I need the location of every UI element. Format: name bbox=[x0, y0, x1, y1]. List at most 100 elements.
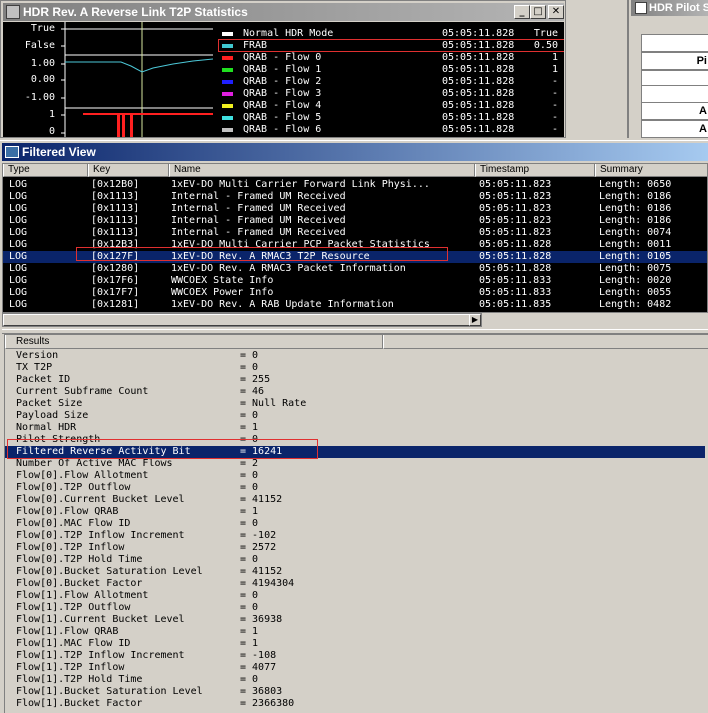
y-label-false: False bbox=[24, 40, 55, 51]
log-table: Type Key Name Timestamp Summary LOG [0x12… bbox=[2, 163, 708, 313]
result-field-row[interactable]: Normal HDR = 1 bbox=[5, 422, 705, 434]
horizontal-scrollbar[interactable]: ▶ bbox=[2, 313, 482, 327]
field-value: = 2366380 bbox=[240, 698, 295, 709]
legend-swatch bbox=[222, 80, 233, 84]
result-field-row[interactable]: Version = 0 bbox=[5, 350, 705, 362]
result-field-row[interactable]: Payload Size = 0 bbox=[5, 410, 705, 422]
cell-timestamp: 05:05:11.823 bbox=[479, 191, 552, 202]
table-row[interactable]: LOG [0x1113] Internal - Framed UM Received… bbox=[3, 203, 707, 215]
y-label-1: 1.00 bbox=[30, 58, 55, 69]
scrollbar-thumb[interactable] bbox=[3, 314, 473, 326]
field-value: = 41152 bbox=[240, 494, 283, 505]
legend-row[interactable]: QRAB - Flow 0 05:05:11.828 1 bbox=[219, 52, 564, 64]
result-field-row[interactable]: Flow[1].MAC Flow ID = 1 bbox=[5, 638, 705, 650]
field-value: = -102 bbox=[240, 530, 277, 541]
result-field-row[interactable]: Flow[0].T2P Hold Time = 0 bbox=[5, 554, 705, 566]
result-field-row[interactable]: TX T2P = 0 bbox=[5, 362, 705, 374]
legend-row[interactable]: QRAB - Flow 5 05:05:11.828 - bbox=[219, 112, 564, 124]
result-field-row[interactable]: Flow[1].T2P Inflow = 4077 bbox=[5, 662, 705, 674]
result-field-row[interactable]: Flow[0].Flow Allotment = 0 bbox=[5, 470, 705, 482]
table-row[interactable]: LOG [0x12B0] 1xEV-DO Multi Carrier Forward… bbox=[3, 179, 707, 191]
legend-timestamp: 05:05:11.828 bbox=[442, 88, 515, 99]
result-field-row[interactable]: Flow[0].Bucket Saturation Level = 41152 bbox=[5, 566, 705, 578]
result-field-row[interactable]: Number Of Active MAC Flows = 2 bbox=[5, 458, 705, 470]
scroll-right-arrow-icon[interactable]: ▶ bbox=[469, 314, 481, 326]
legend-row[interactable]: QRAB - Flow 1 05:05:11.828 1 bbox=[219, 64, 564, 76]
cell-type: LOG bbox=[9, 203, 28, 214]
field-value: = 255 bbox=[240, 374, 271, 385]
legend-timestamp: 05:05:11.828 bbox=[442, 76, 515, 87]
filtered-view-window: Filtered View Type Key Name Timestamp Su… bbox=[0, 140, 708, 713]
legend-row[interactable]: QRAB - Flow 6 05:05:11.828 - bbox=[219, 124, 564, 136]
result-field-row[interactable]: Packet Size = Null Rate bbox=[5, 398, 705, 410]
field-name: Flow[1].Bucket Saturation Level bbox=[16, 686, 203, 697]
result-field-row[interactable]: Packet ID = 255 bbox=[5, 374, 705, 386]
pilot-title: HDR Pilot S bbox=[649, 2, 708, 14]
legend-value: - bbox=[551, 100, 558, 111]
result-field-row[interactable]: Flow[1].T2P Inflow Increment = -108 bbox=[5, 650, 705, 662]
result-field-row[interactable]: Flow[1].Bucket Factor = 2366380 bbox=[5, 698, 705, 710]
column-header-name[interactable]: Name bbox=[169, 164, 475, 177]
result-field-row[interactable]: Flow[1].Current Bucket Level = 36938 bbox=[5, 614, 705, 626]
result-field-row[interactable]: Flow[0].T2P Inflow = 2572 bbox=[5, 542, 705, 554]
column-header-timestamp[interactable]: Timestamp bbox=[475, 164, 595, 177]
log-table-header: Type Key Name Timestamp Summary bbox=[3, 164, 707, 177]
result-field-row[interactable]: Flow[0].T2P Inflow Increment = -102 bbox=[5, 530, 705, 542]
results-header-extra[interactable] bbox=[383, 335, 708, 349]
results-pane: Results Version = 0 TX T2P = 0 Packet ID = 25… bbox=[4, 334, 708, 713]
results-header[interactable]: Results bbox=[5, 335, 383, 349]
t2p-statistics-titlebar[interactable]: HDR Rev. A Reverse Link T2P Statistics _… bbox=[3, 3, 564, 21]
result-field-row[interactable]: Flow[0].MAC Flow ID = 0 bbox=[5, 518, 705, 530]
legend-timestamp: 05:05:11.828 bbox=[442, 64, 515, 75]
table-row[interactable]: LOG [0x17F6] WWCOEX State Info 05:05:11.833… bbox=[3, 275, 707, 287]
pilot-titlebar[interactable]: HDR Pilot S bbox=[631, 0, 708, 16]
maximize-button[interactable]: □ bbox=[530, 5, 546, 19]
table-row[interactable]: LOG [0x1280] 1xEV-DO Rev. A RMAC3 Packet I… bbox=[3, 263, 707, 275]
frab-trace bbox=[65, 58, 214, 73]
column-header-key[interactable]: Key bbox=[88, 164, 169, 177]
table-row[interactable]: LOG [0x1113] Internal - Framed UM Received… bbox=[3, 227, 707, 239]
field-value: = 36803 bbox=[240, 686, 283, 697]
result-field-row[interactable]: Flow[0].Flow QRAB = 1 bbox=[5, 506, 705, 518]
legend-value: - bbox=[551, 88, 558, 99]
field-name: Flow[1].T2P Outflow bbox=[16, 602, 131, 613]
table-row[interactable]: LOG [0x1113] Internal - Framed UM Received… bbox=[3, 215, 707, 227]
field-name: Version bbox=[16, 350, 59, 361]
result-field-row[interactable]: Flow[1].T2P Outflow = 0 bbox=[5, 602, 705, 614]
legend-row[interactable]: QRAB - Flow 2 05:05:11.828 - bbox=[219, 76, 564, 88]
field-value: = 1 bbox=[240, 626, 259, 637]
result-field-row[interactable]: Flow[1].Bucket Saturation Level = 36803 bbox=[5, 686, 705, 698]
cell-summary: Length: 0011 bbox=[599, 239, 672, 250]
column-header-summary[interactable]: Summary bbox=[595, 164, 707, 177]
legend-swatch bbox=[222, 104, 233, 108]
result-field-row[interactable]: Current Subframe Count = 46 bbox=[5, 386, 705, 398]
close-button[interactable]: ✕ bbox=[548, 5, 564, 19]
table-row[interactable]: LOG [0x17F7] WWCOEX Power Info 05:05:11.833… bbox=[3, 287, 707, 299]
result-field-row[interactable]: Flow[1].T2P Hold Time = 0 bbox=[5, 674, 705, 686]
cell-key: [0x17F7] bbox=[91, 287, 140, 298]
minimize-button[interactable]: _ bbox=[514, 5, 530, 19]
column-header-type[interactable]: Type bbox=[3, 164, 88, 177]
legend-row[interactable]: QRAB - Flow 3 05:05:11.828 - bbox=[219, 88, 564, 100]
legend-row[interactable]: QRAB - Flow 4 05:05:11.828 - bbox=[219, 100, 564, 112]
cell-summary: Length: 0055 bbox=[599, 287, 672, 298]
field-value: = -108 bbox=[240, 650, 277, 661]
result-field-row[interactable]: Flow[1].Flow QRAB = 1 bbox=[5, 626, 705, 638]
cell-name: Internal - Framed UM Received bbox=[171, 215, 346, 226]
cell-timestamp: 05:05:11.833 bbox=[479, 275, 552, 286]
filtered-view-titlebar[interactable]: Filtered View bbox=[2, 143, 708, 161]
result-field-row[interactable]: Flow[1].Flow Allotment = 0 bbox=[5, 590, 705, 602]
result-field-row[interactable]: Flow[0].Current Bucket Level = 41152 bbox=[5, 494, 705, 506]
result-field-row[interactable]: Flow[0].Bucket Factor = 4194304 bbox=[5, 578, 705, 590]
legend-series-name: QRAB - Flow 6 bbox=[243, 124, 322, 135]
result-field-row[interactable]: Flow[0].T2P Outflow = 0 bbox=[5, 482, 705, 494]
table-row[interactable]: LOG [0x1113] Internal - Framed UM Received… bbox=[3, 191, 707, 203]
legend-swatch bbox=[222, 92, 233, 96]
field-value: = 0 bbox=[240, 554, 259, 565]
field-name: Flow[0].T2P Inflow bbox=[16, 542, 125, 553]
field-name: Flow[0].Flow Allotment bbox=[16, 470, 149, 481]
table-row[interactable]: LOG [0x1281] 1xEV-DO Rev. A RAB Update Inf… bbox=[3, 299, 707, 311]
cell-type: LOG bbox=[9, 227, 28, 238]
cell-timestamp: 05:05:11.828 bbox=[479, 239, 552, 250]
cell-type: LOG bbox=[9, 179, 28, 190]
